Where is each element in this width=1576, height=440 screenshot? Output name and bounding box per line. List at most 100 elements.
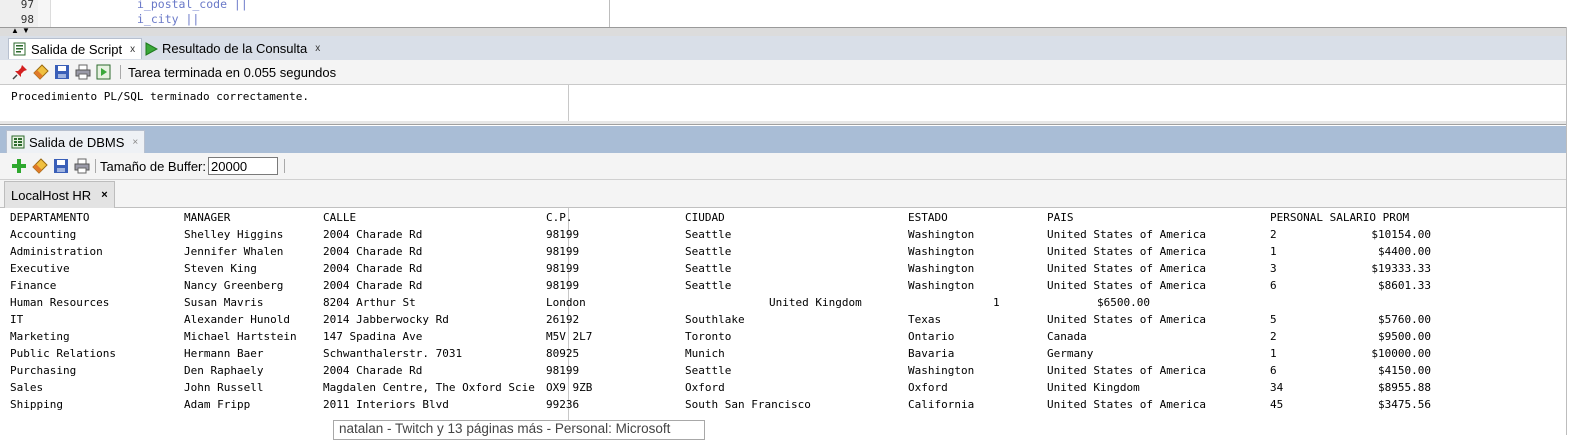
output-row: Public Relations Hermann Baer Schwanthaler…: [0, 347, 1576, 364]
eraser-icon[interactable]: [32, 158, 48, 174]
collapse-down-icon[interactable]: ▼: [22, 27, 30, 35]
output-cell: Finance: [10, 279, 57, 292]
output-cell: United States of America: [1047, 245, 1206, 258]
output-cell: Washington: [908, 364, 975, 377]
output-row: Administration Jennifer Whalen 2004 Charad…: [0, 245, 1576, 262]
output-cell: Canada: [1047, 330, 1087, 343]
output-cell: Seattle: [685, 228, 732, 241]
code-editor[interactable]: 97 98 i_postal_code || i_city ||: [0, 0, 1576, 27]
tab-label: Salida de DBMS: [29, 134, 125, 150]
output-cell: 8204 Arthur St: [323, 296, 416, 309]
output-cell: 6: [1270, 279, 1277, 292]
task-status-text: Tarea terminada en 0.055 segundos: [128, 64, 337, 80]
output-cell: 1: [993, 296, 1000, 309]
eraser-icon[interactable]: [33, 64, 49, 80]
output-cell-salary: $3475.56: [1378, 398, 1431, 411]
taskbar-tooltip: natalan - Twitch y 13 páginas más - Pers…: [333, 420, 705, 440]
vertical-scrollbar[interactable]: [1566, 27, 1576, 435]
output-cell: Adam Fripp: [184, 398, 251, 411]
output-cell: Administration: [10, 245, 103, 258]
output-row: Accounting Shelley Higgins 2004 Charade Rd…: [0, 228, 1576, 245]
output-cell: Washington: [908, 279, 975, 292]
output-cell: 2: [1270, 228, 1277, 241]
output-cell: United States of America: [1047, 262, 1206, 275]
script-output-icon: [13, 42, 27, 56]
output-cell: 2004 Charade Rd: [323, 245, 423, 258]
output-cell: Washington: [908, 245, 975, 258]
tab-dbms-output[interactable]: Salida de DBMS ×: [6, 130, 146, 153]
output-cell: Public Relations: [10, 347, 116, 360]
output-cell: Seattle: [685, 364, 732, 377]
add-icon[interactable]: [11, 158, 27, 174]
fold-gutter: [38, 0, 51, 27]
script-output-message: Procedimiento PL/SQL terminado correctam…: [11, 90, 310, 103]
right-margin-line: [609, 0, 610, 27]
output-cell: 45: [1270, 398, 1284, 411]
output-row: Sales John Russell Magdalen Centre, The Ox…: [0, 381, 1576, 398]
collapse-up-icon[interactable]: ▲: [11, 27, 19, 35]
tab-label: Salida de Script: [31, 41, 123, 57]
save-icon[interactable]: [53, 158, 69, 174]
output-cell: South San Francisco: [685, 398, 811, 411]
buffer-size-input[interactable]: [208, 157, 278, 175]
buffer-size-label: Tamaño de Buffer:: [100, 158, 206, 174]
right-margin-line: [568, 85, 569, 124]
connection-tab-label: LocalHost HR: [11, 187, 92, 203]
pin-icon[interactable]: [12, 64, 28, 80]
output-cell: 1: [1270, 347, 1277, 360]
code-line[interactable]: i_city ||: [137, 12, 199, 26]
output-cell-salary: $9500.00: [1378, 330, 1431, 343]
output-cell: 98199: [546, 262, 580, 275]
code-line[interactable]: i_postal_code ||: [137, 0, 248, 11]
output-cell: Executive: [10, 262, 70, 275]
output-cell: 5: [1270, 313, 1277, 326]
output-row: Executive Steven King 2004 Charade Rd 98199…: [0, 262, 1576, 279]
run-triangle-icon: [144, 41, 158, 56]
output-cell: United Kingdom: [1047, 381, 1140, 394]
header-pais: PAIS: [1047, 211, 1074, 224]
output-cell: 99236: [546, 398, 580, 411]
output-cell-salary: $4400.00: [1378, 245, 1431, 258]
output-cell: Accounting: [10, 228, 77, 241]
output-cell: IT: [10, 313, 24, 326]
horizontal-scrollbar[interactable]: [0, 121, 1576, 124]
close-icon[interactable]: ×: [132, 137, 138, 148]
output-cell: 98199: [546, 364, 580, 377]
output-cell: United Kingdom: [769, 296, 862, 309]
output-cell: OX9 9ZB: [546, 381, 593, 394]
open-script-icon[interactable]: [96, 64, 112, 80]
output-cell: Marketing: [10, 330, 70, 343]
print-icon[interactable]: [75, 64, 91, 80]
dbms-output-text[interactable]: DEPARTAMENTO MANAGER CALLE C.P. CIUDAD E…: [0, 208, 1576, 435]
output-cell: Michael Hartstein: [184, 330, 297, 343]
output-cell: Munich: [685, 347, 725, 360]
line-number: 97: [20, 0, 34, 11]
tab-label: Resultado de la Consulta: [162, 41, 308, 56]
output-cell: 3: [1270, 262, 1277, 275]
output-cell: Alexander Hunold: [184, 313, 290, 326]
output-cell: United States of America: [1047, 313, 1206, 326]
print-icon[interactable]: [74, 158, 90, 174]
output-cell: Seattle: [685, 262, 732, 275]
output-cell: Purchasing: [10, 364, 77, 377]
tab-script-output[interactable]: Salida de Script x: [8, 38, 143, 59]
save-icon[interactable]: [54, 64, 70, 80]
output-cell: Magdalen Centre, The Oxford Scie: [323, 381, 535, 394]
output-cell: Human Resources: [10, 296, 110, 309]
tab-query-result[interactable]: Resultado de la Consulta x: [140, 38, 326, 59]
output-cell: 34: [1270, 381, 1284, 394]
output-cell: United States of America: [1047, 364, 1206, 377]
output-cell: Schwanthalerstr. 7031: [323, 347, 463, 360]
tab-connection-localhost-hr[interactable]: LocalHost HR ×: [4, 181, 115, 208]
script-output-area[interactable]: Procedimiento PL/SQL terminado correctam…: [0, 85, 1576, 125]
close-icon[interactable]: x: [315, 43, 320, 54]
output-cell-salary: $19333.33: [1371, 262, 1431, 275]
output-cell: Den Raphaely: [184, 364, 264, 377]
output-cell: United States of America: [1047, 228, 1206, 241]
output-cell: Jennifer Whalen: [184, 245, 284, 258]
close-icon[interactable]: x: [130, 44, 135, 55]
output-row: Finance Nancy Greenberg 2004 Charade Rd 981…: [0, 279, 1576, 296]
close-icon[interactable]: ×: [101, 189, 107, 201]
output-cell: Ontario: [908, 330, 955, 343]
dbms-output-tabbar: Salida de DBMS ×: [0, 126, 1576, 153]
